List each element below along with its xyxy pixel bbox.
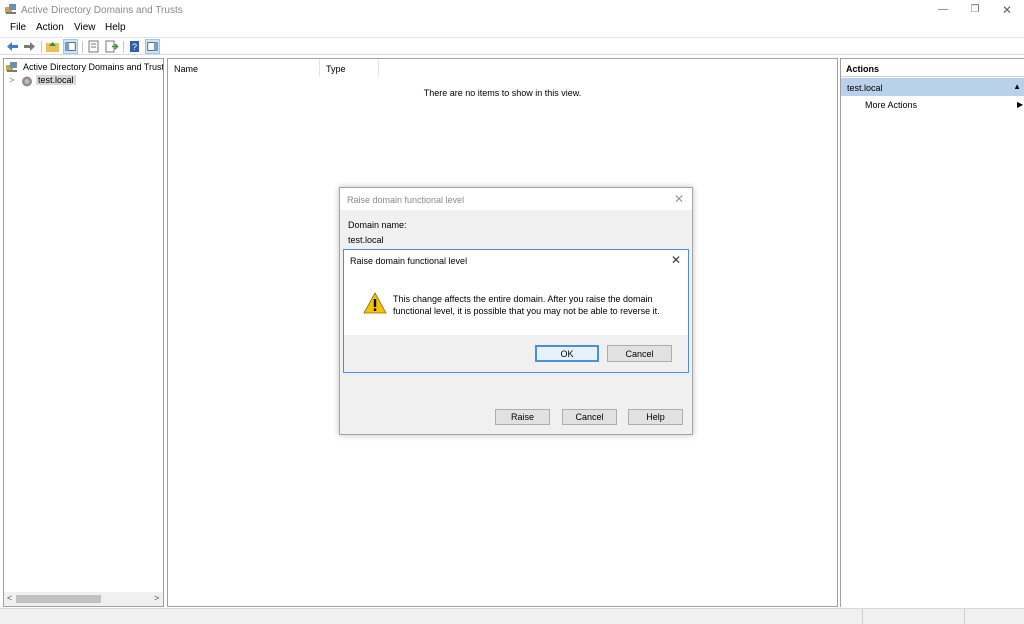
up-folder-icon[interactable] bbox=[45, 39, 60, 54]
actions-pane: Actions test.local ▲ More Actions ▶ bbox=[840, 58, 1024, 607]
column-header-type[interactable]: Type bbox=[320, 59, 379, 77]
column-header-name[interactable]: Name bbox=[168, 59, 320, 77]
back-arrow-icon[interactable] bbox=[5, 39, 20, 54]
status-segment bbox=[964, 609, 1024, 624]
window-title: Active Directory Domains and Trusts bbox=[21, 5, 183, 16]
show-hide-action-pane-icon[interactable] bbox=[145, 39, 160, 54]
raise-button[interactable]: Raise bbox=[495, 409, 550, 425]
status-segment bbox=[862, 609, 964, 624]
domain-icon bbox=[22, 76, 32, 87]
actions-title: Actions bbox=[841, 59, 1024, 77]
message-box-title-bar: Raise domain functional level ✕ bbox=[344, 250, 688, 272]
menu-bar: File Action View Help bbox=[0, 20, 1024, 36]
tree-horizontal-scrollbar[interactable]: < > bbox=[4, 592, 163, 606]
minimize-button[interactable]: — bbox=[926, 0, 960, 20]
warning-message-text: This change affects the entire domain. A… bbox=[393, 294, 660, 316]
ok-button[interactable]: OK bbox=[535, 345, 599, 362]
menu-action[interactable]: Action bbox=[36, 22, 64, 33]
scrollbar-thumb[interactable] bbox=[16, 595, 101, 603]
dialog-help-button[interactable]: Help bbox=[628, 409, 683, 425]
tree-item-label: test.local bbox=[36, 75, 76, 85]
menu-help[interactable]: Help bbox=[105, 22, 126, 33]
scroll-left-icon[interactable]: < bbox=[7, 593, 12, 603]
dialog-close-icon[interactable]: ✕ bbox=[674, 192, 684, 206]
menu-view[interactable]: View bbox=[74, 22, 96, 33]
export-list-icon[interactable] bbox=[104, 39, 119, 54]
toolbar-separator bbox=[123, 41, 124, 53]
tree-root-item[interactable]: Active Directory Domains and Trust bbox=[5, 61, 163, 74]
submenu-arrow-icon: ▶ bbox=[1017, 100, 1024, 109]
toolbar-separator bbox=[41, 41, 42, 53]
more-actions-item[interactable]: More Actions bbox=[865, 100, 917, 110]
status-bar bbox=[0, 608, 1024, 624]
actions-section-header[interactable]: test.local ▲ bbox=[841, 78, 1024, 96]
domains-trusts-app-icon bbox=[5, 4, 16, 14]
console-tree-pane: Active Directory Domains and Trust > tes… bbox=[3, 58, 164, 607]
help-icon[interactable]: ? bbox=[127, 39, 142, 54]
toolbar: ? bbox=[0, 37, 1024, 55]
dialog-cancel-button[interactable]: Cancel bbox=[562, 409, 617, 425]
close-button[interactable]: ✕ bbox=[990, 0, 1024, 20]
tree-root-label: Active Directory Domains and Trust bbox=[23, 62, 163, 72]
domains-trusts-icon bbox=[6, 62, 17, 72]
tree-expander-icon[interactable]: > bbox=[9, 75, 14, 85]
warning-icon bbox=[363, 292, 387, 314]
message-box-close-icon[interactable]: ✕ bbox=[671, 253, 681, 267]
message-box-cancel-button[interactable]: Cancel bbox=[607, 345, 672, 362]
properties-icon[interactable] bbox=[86, 39, 101, 54]
dialog-title: Raise domain functional level bbox=[347, 195, 465, 205]
message-box-button-area: OK Cancel bbox=[344, 335, 688, 372]
dialog-title-bar: Raise domain functional level ✕ bbox=[340, 188, 692, 210]
toolbar-separator bbox=[82, 41, 83, 53]
message-box-title: Raise domain functional level bbox=[350, 256, 468, 266]
domain-name-label: Domain name: bbox=[348, 220, 407, 230]
show-hide-tree-icon[interactable] bbox=[63, 39, 78, 54]
menu-file[interactable]: File bbox=[10, 22, 26, 33]
forward-arrow-icon[interactable] bbox=[22, 39, 37, 54]
domain-name-value: test.local bbox=[348, 235, 384, 245]
collapse-up-icon[interactable]: ▲ bbox=[1013, 82, 1021, 91]
warning-message-box: Raise domain functional level ✕ This cha… bbox=[343, 249, 689, 373]
mmc-window: Active Directory Domains and Trusts — ❐ … bbox=[0, 0, 1024, 624]
title-bar: Active Directory Domains and Trusts — ❐ … bbox=[0, 0, 1024, 20]
scroll-right-icon[interactable]: > bbox=[154, 593, 159, 603]
svg-text:?: ? bbox=[132, 42, 137, 52]
restore-button[interactable]: ❐ bbox=[958, 0, 992, 20]
tree-item-test-local[interactable]: > test.local bbox=[8, 75, 88, 88]
actions-section-label: test.local bbox=[847, 83, 883, 93]
empty-list-message: There are no items to show in this view. bbox=[423, 88, 582, 98]
